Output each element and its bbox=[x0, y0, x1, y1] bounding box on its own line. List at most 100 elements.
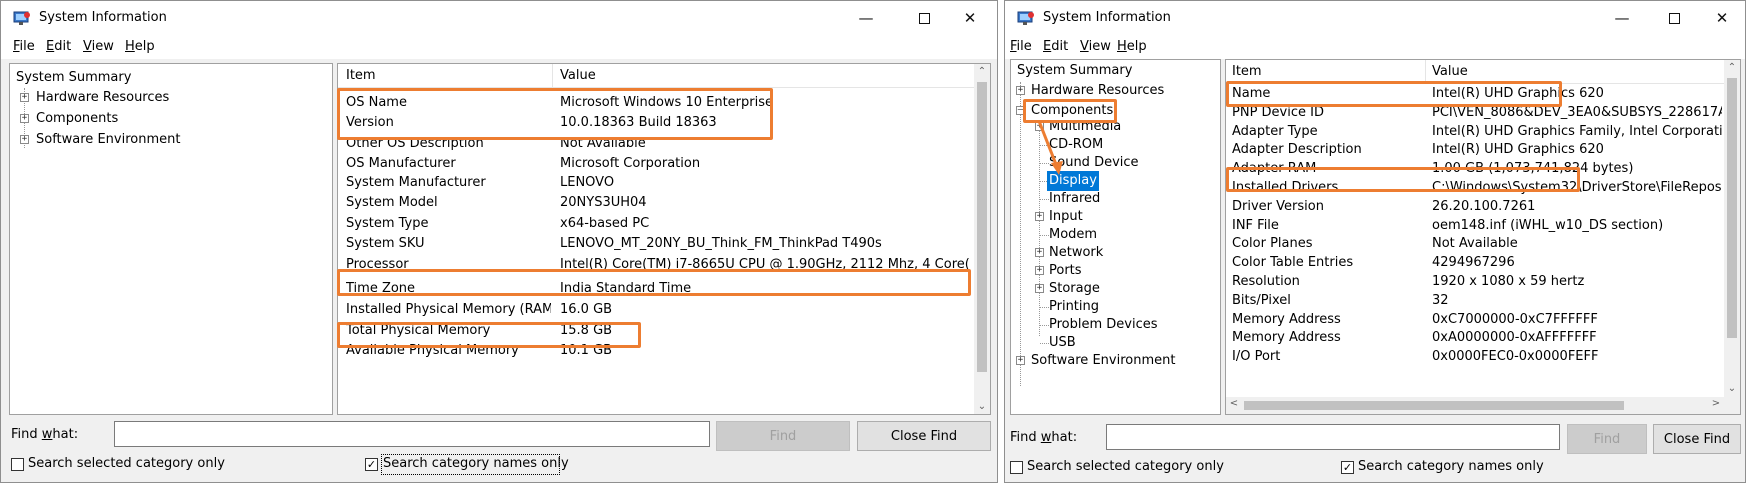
tree-item-components[interactable]: + Components bbox=[10, 109, 332, 129]
tree-item-ports[interactable]: + Ports bbox=[1011, 261, 1220, 281]
title-bar[interactable]: System Information — ✕ bbox=[1, 1, 997, 35]
tree-item-input[interactable]: + Input bbox=[1011, 207, 1220, 227]
table-row[interactable]: Name Intel(R) UHD Graphics 620 bbox=[1226, 85, 1724, 104]
find-button[interactable]: Find bbox=[1567, 424, 1647, 454]
find-what-input[interactable] bbox=[1106, 424, 1560, 450]
tree-item-software-environment[interactable]: + Software Environment bbox=[1011, 351, 1220, 371]
table-row[interactable]: Installed Physical Memory (RAM) 16.0 GB bbox=[338, 299, 974, 321]
minimize-button[interactable]: — bbox=[843, 1, 889, 35]
scroll-up-icon[interactable]: ⌃ bbox=[974, 66, 990, 77]
scroll-thumb[interactable] bbox=[1727, 78, 1737, 338]
menu-edit[interactable]: Edit bbox=[46, 39, 71, 54]
expand-icon[interactable]: + bbox=[1016, 356, 1025, 365]
cell-item: Version bbox=[346, 115, 394, 130]
table-row[interactable]: Time Zone India Standard Time bbox=[338, 278, 974, 300]
scroll-thumb-horizontal[interactable] bbox=[1244, 401, 1624, 410]
expand-icon[interactable]: + bbox=[1035, 284, 1044, 293]
tree-item-hardware-resources[interactable]: + Hardware Resources bbox=[10, 88, 332, 108]
tree-item-system-summary[interactable]: System Summary bbox=[10, 68, 332, 88]
maximize-button[interactable] bbox=[901, 1, 947, 35]
title-bar[interactable]: System Information — ✕ bbox=[1005, 1, 1745, 35]
table-row[interactable]: Resolution 1920 x 1080 x 59 hertz bbox=[1226, 273, 1724, 292]
scroll-right-icon[interactable]: > bbox=[1708, 398, 1724, 409]
table-row[interactable]: Installed Drivers C:\Windows\System32\Dri… bbox=[1226, 179, 1724, 198]
details-list[interactable]: Item Value Name Intel(R) UHD Graphics 620… bbox=[1225, 59, 1741, 415]
table-row[interactable]: System SKU LENOVO_MT_20NY_BU_Think_FM_Thi… bbox=[338, 233, 974, 255]
table-row[interactable]: System Manufacturer LENOVO bbox=[338, 172, 974, 194]
find-button[interactable]: Find bbox=[716, 421, 850, 451]
menu-help[interactable]: Help bbox=[1117, 39, 1147, 54]
tree-item-problem-devices[interactable]: Problem Devices bbox=[1011, 315, 1220, 335]
column-header-value[interactable]: Value bbox=[560, 68, 596, 83]
expand-icon[interactable]: + bbox=[1016, 86, 1025, 95]
tree-item-usb[interactable]: USB bbox=[1011, 333, 1220, 353]
search-selected-checkbox[interactable] bbox=[1010, 461, 1023, 474]
search-names-checkbox[interactable]: ✓ bbox=[365, 458, 378, 471]
tree-item-printing[interactable]: Printing bbox=[1011, 297, 1220, 317]
tree-item-network[interactable]: + Network bbox=[1011, 243, 1220, 263]
scroll-up-icon[interactable]: ⌃ bbox=[1724, 62, 1740, 73]
table-row[interactable]: I/O Port 0x0000FEC0-0x0000FEFF bbox=[1226, 348, 1724, 367]
menu-view[interactable]: View bbox=[1080, 39, 1111, 54]
table-row[interactable]: Total Physical Memory 15.8 GB bbox=[338, 320, 974, 342]
tree-item-hardware-resources[interactable]: + Hardware Resources bbox=[1011, 81, 1220, 101]
scroll-down-icon[interactable]: ⌄ bbox=[1724, 383, 1740, 394]
table-row[interactable]: Adapter Type Intel(R) UHD Graphics Family… bbox=[1226, 123, 1724, 142]
tree-item-modem[interactable]: Modem bbox=[1011, 225, 1220, 245]
expand-icon[interactable]: + bbox=[20, 114, 29, 123]
table-row[interactable]: Bits/Pixel 32 bbox=[1226, 292, 1724, 311]
close-button[interactable]: ✕ bbox=[1699, 1, 1745, 35]
expand-icon[interactable]: + bbox=[1035, 266, 1044, 275]
close-button[interactable]: ✕ bbox=[947, 1, 993, 35]
vertical-scrollbar[interactable]: ⌃ ⌄ bbox=[1724, 60, 1740, 414]
category-tree[interactable]: System Summary + Hardware Resources + Co… bbox=[9, 63, 333, 415]
table-row[interactable]: PNP Device ID PCI\VEN_8086&DEV_3EA0&SUBSY… bbox=[1226, 104, 1724, 123]
table-row[interactable]: Color Table Entries 4294967296 bbox=[1226, 254, 1724, 273]
table-row[interactable]: System Model 20NYS3UH04 bbox=[338, 192, 974, 214]
details-list[interactable]: Item Value OS Name Microsoft Windows 10 E… bbox=[337, 63, 991, 415]
table-row[interactable]: Adapter RAM 1.00 GB (1,073,741,824 bytes) bbox=[1226, 160, 1724, 179]
expand-icon[interactable]: + bbox=[1035, 248, 1044, 257]
table-row[interactable]: System Type x64-based PC bbox=[338, 213, 974, 235]
table-row[interactable]: OS Name Microsoft Windows 10 Enterprise bbox=[338, 92, 974, 114]
menu-view[interactable]: View bbox=[83, 39, 114, 54]
category-tree[interactable]: System Summary + Hardware Resources – Co… bbox=[1010, 59, 1221, 415]
column-header-value[interactable]: Value bbox=[1432, 64, 1468, 79]
close-find-button[interactable]: Close Find bbox=[857, 421, 991, 451]
column-header-item[interactable]: Item bbox=[1232, 64, 1262, 79]
tree-item-infrared[interactable]: Infrared bbox=[1011, 189, 1220, 209]
find-what-input[interactable] bbox=[114, 421, 710, 447]
tree-item-system-summary[interactable]: System Summary bbox=[1011, 61, 1220, 81]
scroll-thumb[interactable] bbox=[977, 82, 987, 372]
table-row[interactable]: Other OS Description Not Available bbox=[338, 133, 974, 155]
scroll-left-icon[interactable]: < bbox=[1226, 398, 1242, 409]
table-row[interactable]: Memory Address 0xA0000000-0xAFFFFFFF bbox=[1226, 329, 1724, 348]
vertical-scrollbar[interactable]: ⌃ ⌄ bbox=[974, 64, 990, 414]
menu-file[interactable]: File bbox=[13, 39, 35, 54]
table-row[interactable]: Version 10.0.18363 Build 18363 bbox=[338, 112, 974, 134]
table-row[interactable]: Driver Version 26.20.100.7261 bbox=[1226, 198, 1724, 217]
expand-icon[interactable]: + bbox=[20, 93, 29, 102]
minimize-button[interactable]: — bbox=[1599, 1, 1645, 35]
table-row[interactable]: INF File oem148.inf (iWHL_w10_DS section) bbox=[1226, 217, 1724, 236]
search-names-checkbox[interactable]: ✓ bbox=[1341, 461, 1354, 474]
menu-file[interactable]: File bbox=[1010, 39, 1032, 54]
menu-edit[interactable]: Edit bbox=[1043, 39, 1068, 54]
maximize-button[interactable] bbox=[1651, 1, 1697, 35]
table-row[interactable]: Processor Intel(R) Core(TM) i7-8665U CPU … bbox=[338, 254, 974, 276]
table-row[interactable]: Memory Address 0xC7000000-0xC7FFFFFF bbox=[1226, 311, 1724, 330]
search-selected-checkbox[interactable] bbox=[11, 458, 24, 471]
close-find-button[interactable]: Close Find bbox=[1653, 424, 1741, 454]
table-row[interactable]: Adapter Description Intel(R) UHD Graphics… bbox=[1226, 141, 1724, 160]
expand-icon[interactable]: + bbox=[1035, 212, 1044, 221]
horizontal-scrollbar[interactable]: < > bbox=[1226, 397, 1724, 414]
tree-item-software-environment[interactable]: + Software Environment bbox=[10, 130, 332, 150]
table-row[interactable]: Available Physical Memory 10.1 GB bbox=[338, 340, 974, 362]
table-row[interactable]: Color Planes Not Available bbox=[1226, 235, 1724, 254]
menu-help[interactable]: Help bbox=[125, 39, 155, 54]
scroll-down-icon[interactable]: ⌄ bbox=[974, 401, 990, 412]
tree-item-storage[interactable]: + Storage bbox=[1011, 279, 1220, 299]
expand-icon[interactable]: + bbox=[20, 135, 29, 144]
collapse-icon[interactable]: – bbox=[1016, 106, 1025, 115]
column-header-item[interactable]: Item bbox=[346, 68, 376, 83]
